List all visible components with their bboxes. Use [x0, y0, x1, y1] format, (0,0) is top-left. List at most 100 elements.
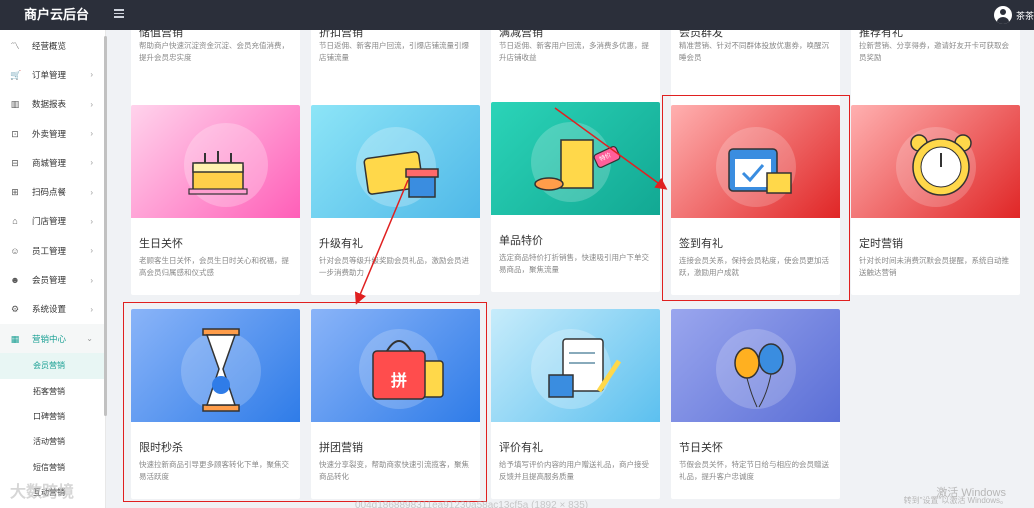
alarm-clock-illustration: [851, 105, 1020, 218]
card-desc: 拉新营销、分享得券，邀请好友开卡可获取会员奖励: [859, 41, 1009, 62]
group-buy-badge: 拼: [391, 373, 408, 390]
review-pen-illustration: [491, 309, 660, 422]
sidebar: 〽 经营概览 🛒 订单管理 › ▥ 数据报表 › ⊡ 外卖管理 › ⊟ 商城管理 › ⊞ 扫码点餐 ›…: [0, 30, 106, 508]
chevron-right-icon: ›: [90, 99, 93, 109]
card-title: 折扣营销: [319, 30, 363, 39]
gear-icon: ⚙: [10, 304, 20, 315]
sidebar-item-label: 商城管理: [32, 157, 67, 168]
cart-icon: 🛒: [10, 69, 22, 80]
sidebar-item-mall[interactable]: ⊟ 商城管理 ›: [0, 148, 105, 177]
card-single-item-special[interactable]: 特价 单品特价 选定商品特价打折销售，快速吸引用户下单交易商品，聚焦流量: [491, 102, 660, 292]
card-desc: 老顾客生日关怀，会员生日时关心和祝福，提高会员归属感和仪式感: [139, 256, 289, 277]
card-title: 升级有礼: [319, 238, 363, 250]
sidebar-item-scan-order[interactable]: ⊞ 扫码点餐 ›: [0, 177, 105, 206]
card-title: 签到有礼: [679, 238, 723, 250]
sidebar-item-reports[interactable]: ▥ 数据报表 ›: [0, 90, 105, 119]
sidebar-item-takeaway[interactable]: ⊡ 外卖管理 ›: [0, 119, 105, 148]
card-desc: 快速拉新商品引导更多顾客转化下单，聚焦交易活跃度: [139, 460, 289, 481]
card-gift-illustration: [311, 105, 480, 218]
card-title: 限时秒杀: [139, 442, 183, 454]
card-birthday-care[interactable]: 生日关怀 老顾客生日关怀，会员生日时关心和祝福，提高会员归属感和仪式感: [131, 105, 300, 295]
chevron-right-icon: ›: [90, 275, 93, 285]
chevron-right-icon: ›: [90, 187, 93, 197]
grid-icon: ▦: [10, 333, 20, 344]
sidebar-item-label: 会员管理: [32, 275, 67, 286]
sidebar-subitem-activity[interactable]: 活动营销: [0, 429, 105, 454]
sidebar-item-label: 系统设置: [32, 304, 67, 315]
member-icon: ☻: [10, 275, 20, 286]
username: 茶茶: [1016, 10, 1034, 21]
card-title: 单品特价: [499, 235, 543, 247]
sidebar-item-overview[interactable]: 〽 经营概览: [0, 31, 105, 60]
chevron-right-icon: ›: [90, 246, 93, 256]
card-desc: 节日返佣、新客用户回流，多消费多优惠，提升店铺收益: [499, 41, 649, 62]
card-desc: 连接会员关系，保持会员粘度，使会员更加活跃，激励用户成就: [679, 256, 829, 277]
menu-toggle-icon[interactable]: [114, 7, 128, 21]
id-watermark: 004d1868898311ea91230a58ac13cf5a (1892 ×…: [355, 500, 589, 508]
sidebar-item-label: 员工管理: [32, 245, 67, 256]
logo-watermark: 大数跨境: [10, 484, 75, 501]
sidebar-item-label: 外卖管理: [32, 128, 67, 139]
sidebar-item-label: 数据报表: [32, 99, 67, 110]
card-desc: 针对长时间未消费沉默会员提醒，系统自动推送触达营销: [859, 256, 1009, 277]
sidebar-subitem-member-marketing[interactable]: 会员营销: [0, 353, 105, 379]
card-title: 生日关怀: [139, 238, 183, 250]
shopping-bag-illustration: 拼: [311, 309, 480, 422]
card-flash-sale[interactable]: 限时秒杀 快速拉新商品引导更多顾客转化下单，聚焦交易活跃度: [131, 309, 300, 499]
card-title: 满减营销: [499, 30, 543, 39]
sidebar-subitem-reputation[interactable]: 口碑营销: [0, 404, 105, 429]
staff-icon: ☺: [10, 245, 20, 256]
chevron-right-icon: ›: [90, 70, 93, 80]
sidebar-item-staff[interactable]: ☺ 员工管理 ›: [0, 236, 105, 265]
sidebar-item-label: 经营概览: [32, 40, 67, 51]
card-desc: 节假会员关怀，特定节日给与相应的会员赠送礼品，提升客户忠诚度: [679, 460, 829, 481]
sidebar-item-label: 营销中心: [32, 333, 67, 344]
chart-line-icon: 〽: [10, 40, 20, 51]
chevron-right-icon: ›: [90, 158, 93, 168]
card-holiday-care[interactable]: 节日关怀 节假会员关怀，特定节日给与相应的会员赠送礼品，提升客户忠诚度: [671, 309, 840, 499]
sidebar-item-stores[interactable]: ⌂ 门店管理 ›: [0, 207, 105, 236]
sidebar-subitem-acquisition[interactable]: 拓客营销: [0, 379, 105, 404]
marketing-content: 储值营销 帮助商户快速沉淀资金沉淀、会员充值消费，提升会员忠实度 折扣营销 节日…: [107, 30, 1034, 508]
shop-icon: ⊟: [11, 157, 19, 168]
bar-chart-icon: ▥: [10, 99, 20, 110]
chevron-right-icon: ›: [90, 304, 93, 314]
card-title: 节日关怀: [679, 442, 723, 454]
card-title: 评价有礼: [499, 442, 543, 454]
chevron-right-icon: ›: [90, 216, 93, 226]
card-desc: 给予填写评价内容的用户赠送礼品，商户接受反馈并且提高服务质量: [499, 460, 649, 481]
birthday-cake-illustration: [131, 105, 300, 218]
card-checkin-gift[interactable]: 签到有礼 连接会员关系，保持会员粘度，使会员更加活跃，激励用户成就: [671, 105, 840, 295]
special-price-illustration: 特价: [491, 102, 660, 215]
card-desc: 选定商品特价打折销售，快速吸引用户下单交易商品，聚焦流量: [499, 253, 649, 274]
card-desc: 精准营销、针对不同群体投放优惠券，唤醒沉睡会员: [679, 41, 829, 62]
sidebar-item-settings[interactable]: ⚙ 系统设置 ›: [0, 295, 105, 324]
card-title: 储值营销: [139, 30, 183, 39]
hourglass-illustration: [131, 309, 300, 422]
card-scheduled-marketing[interactable]: 定时营销 针对长时间未消费沉默会员提醒，系统自动推送触达营销: [851, 105, 1020, 295]
card-desc: 快速分享裂变，帮助商家快速引流揽客，聚焦商品转化: [319, 460, 469, 481]
app-title: 商户云后台: [24, 7, 90, 22]
sidebar-item-marketing[interactable]: ▦ 营销中心 ⌄: [0, 323, 105, 354]
card-desc: 针对会员等级升级奖励会员礼品，激励会员进一步消费助力: [319, 256, 469, 277]
user-menu[interactable]: 茶茶: [994, 0, 1034, 30]
balloons-illustration: [671, 309, 840, 422]
sidebar-subitem-sms[interactable]: 短信营销: [0, 454, 105, 479]
card-title: 拼团营销: [319, 442, 363, 454]
sidebar-item-members[interactable]: ☻ 会员管理 ›: [0, 265, 105, 294]
avatar-icon: [994, 6, 1012, 24]
chevron-right-icon: ›: [90, 129, 93, 139]
windows-activation-hint: 转到"设置"以激活 Windows。: [903, 496, 1008, 505]
card-title: 会员群发: [679, 30, 723, 39]
card-desc: 帮助商户快速沉淀资金沉淀、会员充值消费，提升会员忠实度: [139, 41, 289, 62]
sidebar-item-label: 扫码点餐: [32, 187, 67, 198]
takeaway-icon: ⊡: [11, 128, 19, 139]
sidebar-item-orders[interactable]: 🛒 订单管理 ›: [0, 60, 105, 89]
calendar-gift-illustration: [671, 105, 840, 218]
card-review-gift[interactable]: 评价有礼 给予填写评价内容的用户赠送礼品，商户接受反馈并且提高服务质量: [491, 309, 660, 499]
sidebar-item-label: 订单管理: [32, 69, 67, 80]
card-group-buy[interactable]: 拼 拼团营销 快速分享裂变，帮助商家快速引流揽客，聚焦商品转化: [311, 309, 480, 499]
card-title: 定时营销: [859, 238, 903, 250]
scan-icon: ⊞: [11, 187, 19, 198]
card-upgrade-gift[interactable]: 升级有礼 针对会员等级升级奖励会员礼品，激励会员进一步消费助力: [311, 105, 480, 295]
